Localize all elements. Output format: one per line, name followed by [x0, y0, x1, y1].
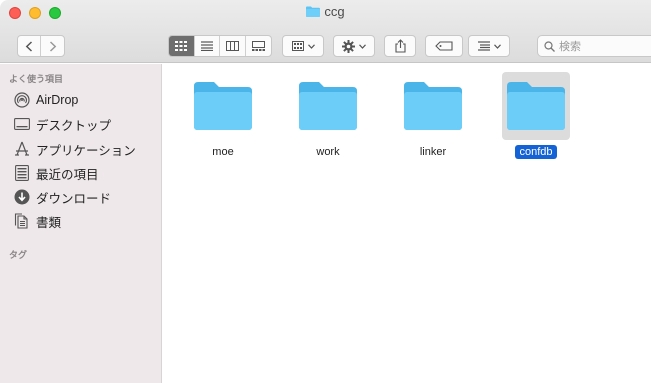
columns-icon	[225, 41, 239, 51]
chevron-left-icon	[25, 40, 33, 52]
file-item-work[interactable]: work	[288, 70, 368, 162]
sidebar-item-applications[interactable]: アプリケーション	[14, 139, 136, 159]
applications-icon	[14, 141, 30, 157]
folder-icon	[294, 72, 362, 140]
gallery-icon	[251, 41, 265, 51]
file-item-confdb[interactable]: confdb	[496, 70, 576, 162]
list-view-button[interactable]	[195, 36, 220, 56]
tag-icon	[435, 41, 453, 51]
sidebar-item-label: アプリケーション	[36, 143, 136, 158]
back-button[interactable]	[18, 36, 42, 56]
documents-icon	[14, 213, 30, 229]
folder-icon	[306, 6, 321, 17]
gear-icon	[342, 39, 355, 53]
sidebar-item-label: デスクトップ	[36, 118, 112, 133]
column-view-button[interactable]	[220, 36, 246, 56]
sidebar-item-recents[interactable]: 最近の項目	[14, 163, 99, 183]
share-icon	[394, 39, 406, 53]
gallery-view-button[interactable]	[246, 36, 271, 56]
sidebar-item-label: ダウンロード	[36, 191, 112, 206]
window-title: ccg	[0, 4, 651, 19]
group-icon	[291, 41, 304, 51]
chevron-down-icon	[359, 43, 366, 49]
search-icon	[544, 40, 555, 52]
share-button[interactable]	[384, 35, 416, 57]
window-toolbar: ccg 検索	[0, 0, 651, 63]
chevron-down-icon	[307, 43, 315, 49]
action-button[interactable]	[333, 35, 375, 57]
downloads-icon	[14, 189, 30, 205]
arrange-button[interactable]	[468, 35, 510, 57]
icon-view-button[interactable]	[169, 36, 195, 56]
file-item-label: confdb	[515, 145, 557, 159]
file-browser: moe work linker confdb	[163, 64, 651, 383]
group-by-button[interactable]	[282, 35, 324, 57]
nav-button-group	[17, 35, 65, 57]
window-title-text: ccg	[324, 4, 345, 19]
list-icon	[200, 41, 213, 51]
folder-icon	[399, 72, 467, 140]
tags-heading: タグ	[9, 250, 28, 260]
sidebar-item-label: 最近の項目	[36, 167, 99, 182]
forward-button[interactable]	[41, 36, 64, 56]
sidebar-item-documents[interactable]: 書類	[14, 211, 61, 231]
airdrop-icon	[14, 92, 30, 108]
grid-icon	[175, 41, 188, 51]
file-item-label: work	[316, 146, 340, 158]
arrange-icon	[477, 41, 490, 51]
search-placeholder: 検索	[559, 41, 581, 53]
folder-icon	[189, 72, 257, 140]
chevron-down-icon	[493, 43, 501, 49]
folder-icon	[502, 72, 570, 140]
search-field[interactable]: 検索	[537, 35, 651, 57]
sidebar-item-desktop[interactable]: デスクトップ	[14, 114, 111, 134]
file-item-moe[interactable]: moe	[183, 70, 263, 162]
file-item-linker[interactable]: linker	[393, 70, 473, 162]
sidebar-item-downloads[interactable]: ダウンロード	[14, 187, 111, 207]
chevron-right-icon	[49, 40, 56, 52]
sidebar-item-label: 書類	[36, 215, 62, 230]
desktop-icon	[14, 116, 30, 132]
recents-icon	[14, 165, 30, 181]
sidebar-item-airdrop[interactable]: AirDrop	[14, 90, 78, 110]
view-mode-group	[168, 35, 272, 57]
file-item-label: moe	[212, 146, 234, 158]
favorites-heading: よく使う項目	[9, 74, 64, 84]
sidebar: よく使う項目 AirDrop デスクトップ アプリケーション 最近の項目 ダウン…	[0, 64, 162, 383]
edit-tags-button[interactable]	[425, 35, 463, 57]
file-item-label: linker	[419, 146, 447, 158]
sidebar-item-label: AirDrop	[36, 93, 79, 107]
